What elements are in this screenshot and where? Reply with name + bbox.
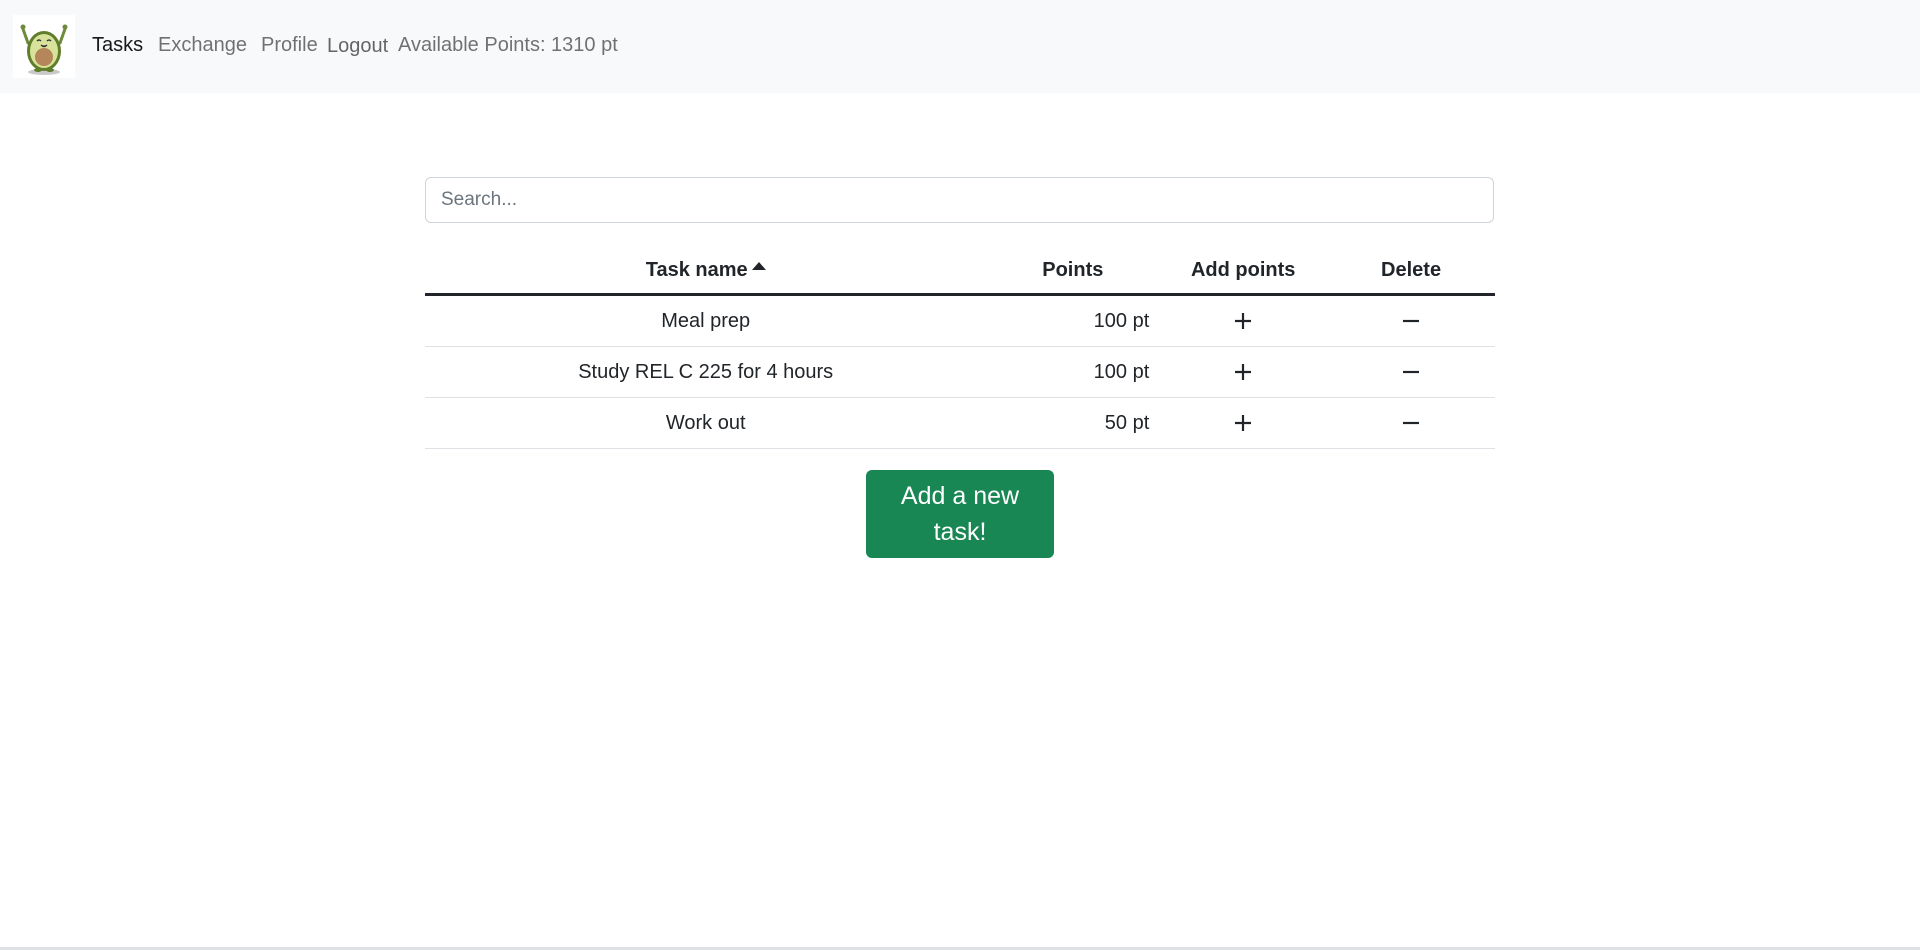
nav-link-profile[interactable]: Profile — [261, 34, 318, 57]
minus-icon — [1403, 421, 1420, 425]
task-name-cell: Study REL C 225 for 4 hours — [425, 346, 987, 398]
task-name-cell: Meal prep — [425, 294, 987, 347]
header-task-name[interactable]: Task name — [425, 248, 987, 296]
delete-task-button[interactable] — [1396, 408, 1426, 438]
navbar: Tasks Exchange Profile Logout Available … — [0, 0, 1920, 93]
minus-icon — [1403, 319, 1420, 323]
add-points-button[interactable] — [1228, 357, 1258, 387]
search-input[interactable] — [425, 177, 1494, 223]
add-points-button[interactable] — [1228, 306, 1258, 336]
avocado-logo-icon[interactable] — [13, 15, 75, 78]
caret-up-icon — [751, 262, 766, 270]
header-points: Points — [986, 248, 1160, 296]
logout-button[interactable]: Logout — [327, 35, 388, 58]
available-points-label: Available Points: 1310 pt — [398, 34, 618, 56]
plus-icon — [1235, 415, 1252, 431]
plus-icon — [1235, 364, 1252, 380]
table-header-row: Task name Points Add points Delete — [425, 248, 1495, 296]
minus-icon — [1403, 370, 1420, 374]
task-points-cell: 100 pt — [986, 346, 1160, 398]
nav-link-tasks[interactable]: Tasks — [92, 34, 143, 57]
header-task-name-label: Task name — [645, 259, 748, 281]
header-add-points: Add points — [1159, 248, 1328, 296]
delete-task-button[interactable] — [1396, 357, 1426, 387]
add-points-button[interactable] — [1228, 408, 1258, 438]
task-points-cell: 50 pt — [986, 397, 1160, 449]
table-row: Study REL C 225 for 4 hours 100 pt — [425, 346, 1495, 398]
nav-link-exchange[interactable]: Exchange — [158, 34, 247, 57]
table-row: Work out 50 pt — [425, 397, 1495, 449]
table-row: Meal prep 100 pt — [425, 294, 1495, 347]
task-name-cell: Work out — [425, 397, 987, 449]
add-new-task-button[interactable]: Add a new task! — [866, 470, 1054, 558]
tasks-table: Task name Points Add points Delete Meal … — [425, 248, 1495, 449]
plus-icon — [1235, 313, 1252, 329]
delete-task-button[interactable] — [1396, 306, 1426, 336]
header-delete: Delete — [1327, 248, 1495, 296]
task-points-cell: 100 pt — [986, 294, 1160, 347]
